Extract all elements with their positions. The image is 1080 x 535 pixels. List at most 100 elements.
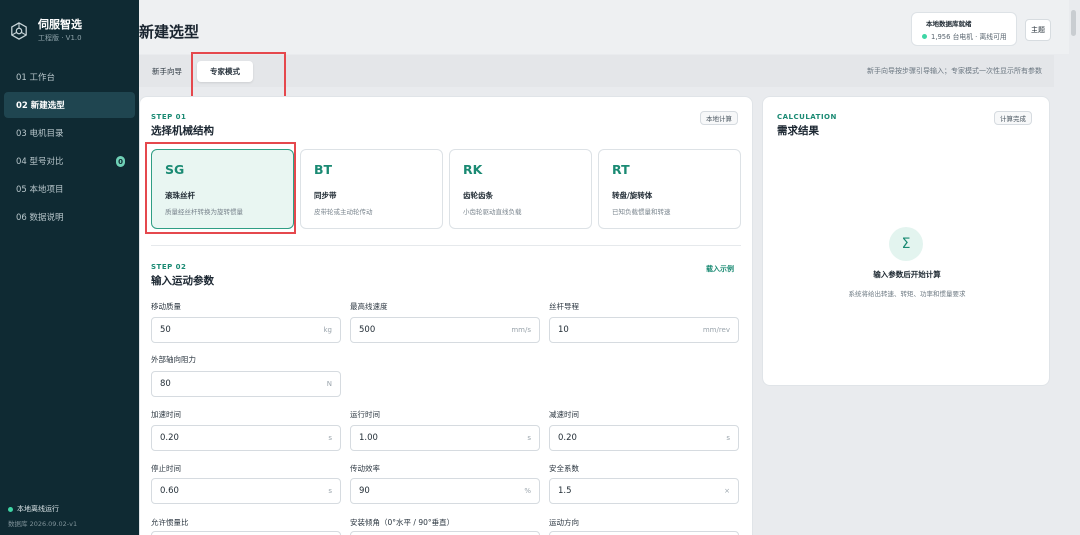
db-status-title: 本地数据库就绪	[926, 20, 972, 28]
field-label-run-time: 运行时间	[350, 410, 380, 419]
input-panel: STEP 01 选择机械结构 本地计算 SG 滚珠丝杆 质量经丝杆转换为旋转惯量…	[139, 96, 753, 535]
app-version: 工程版 · V1.0	[38, 34, 82, 42]
compare-count-badge: 0	[116, 156, 125, 167]
db-status-sub-text: 1,956 台电机 · 离线可用	[931, 33, 1007, 41]
mechanism-desc: 小齿轮驱动直线负载	[463, 208, 522, 216]
page-title: 新建选型	[139, 23, 200, 41]
sidebar-item-label: 04 型号对比	[16, 157, 64, 167]
axial-resistance-input[interactable]: 80 N	[151, 371, 341, 397]
offline-status: 本地离线运行	[8, 504, 77, 514]
tab-expert-mode[interactable]: 专家模式	[197, 61, 253, 82]
brand: 伺服智选 工程版 · V1.0	[10, 18, 82, 43]
step2-title: 输入运动参数	[151, 275, 214, 287]
step1-title: 选择机械结构	[151, 125, 214, 137]
mechanism-card-bt[interactable]: BT 同步带 皮带轮或主动轮传动	[300, 149, 443, 229]
mode-bar: 新手向导 专家模式 新手向导按步骤引导输入；专家模式一次性显示所有参数	[139, 55, 1054, 87]
motion-direction-select[interactable]	[549, 531, 739, 535]
decel-time-input[interactable]: 0.20 s	[549, 425, 739, 451]
db-status-sub: 1,956 台电机 · 离线可用	[922, 31, 1010, 41]
scrollbar[interactable]	[1071, 10, 1076, 36]
db-version: 数据库 2026.09.02-v1	[8, 520, 78, 528]
mechanism-card-rt[interactable]: RT 转盘/旋转体 已知负载惯量和转速	[598, 149, 741, 229]
tab-beginner-wizard[interactable]: 新手向导	[149, 61, 185, 82]
mechanism-desc: 皮带轮或主动轮传动	[314, 208, 373, 216]
field-label-inertia-ratio: 允许惯量比	[151, 518, 189, 527]
field-label-decel-time: 减速时间	[549, 410, 579, 419]
field-value: 80	[160, 379, 171, 389]
mode-hint: 新手向导按步骤引导输入；专家模式一次性显示所有参数	[867, 67, 1042, 75]
field-value: 0.20	[558, 433, 577, 443]
app-name: 伺服智选	[38, 18, 82, 31]
load-example-button[interactable]: 载入示例	[706, 264, 734, 274]
step1-header: STEP 01 选择机械结构	[151, 113, 214, 138]
field-value: 1.5	[558, 486, 572, 496]
field-unit: mm/s	[511, 326, 531, 334]
app-logo-icon	[11, 21, 27, 40]
field-unit: s	[328, 487, 332, 495]
sidebar-item-label: 02 新建选型	[16, 101, 65, 111]
field-unit: s	[726, 434, 730, 442]
moving-mass-input[interactable]: 50 kg	[151, 317, 341, 343]
sidebar-item-motor-catalog[interactable]: 03 电机目录	[4, 120, 135, 146]
accel-time-input[interactable]: 0.20 s	[151, 425, 341, 451]
calc-header: CALCULATION 需求结果	[777, 113, 837, 138]
inertia-ratio-input[interactable]	[151, 531, 341, 535]
mechanism-desc: 已知负载惯量和转速	[612, 208, 671, 216]
mechanism-name: 齿轮齿条	[463, 191, 493, 200]
step2-header: STEP 02 输入运动参数	[151, 263, 214, 288]
mechanism-desc: 质量经丝杆转换为旋转惯量	[165, 208, 243, 216]
run-time-input[interactable]: 1.00 s	[350, 425, 540, 451]
sidebar-item-new-selection[interactable]: 02 新建选型	[4, 92, 135, 118]
mechanism-card-sg[interactable]: SG 滚珠丝杆 质量经丝杆转换为旋转惯量	[151, 149, 294, 229]
mechanism-name: 同步带	[314, 191, 337, 200]
sidebar-item-data-notes[interactable]: 06 数据说明	[4, 204, 135, 230]
sidebar-item-model-compare[interactable]: 04 型号对比 0	[4, 148, 135, 174]
sigma-icon: Σ	[889, 227, 923, 261]
mount-angle-input[interactable]	[350, 531, 540, 535]
field-unit: s	[328, 434, 332, 442]
db-ready-dot-icon	[922, 33, 927, 39]
sidebar-nav: 01 工作台 02 新建选型 03 电机目录 04 型号对比 0 05 本地项目…	[0, 62, 139, 232]
safety-factor-input[interactable]: 1.5 ×	[549, 478, 739, 504]
field-label-max-speed: 最高线速度	[350, 302, 388, 311]
field-label-moving-mass: 移动质量	[151, 302, 181, 311]
calc-tag: CALCULATION	[777, 113, 837, 121]
field-unit: %	[524, 487, 531, 495]
calc-prompt: 输入参数后开始计算	[873, 270, 941, 279]
field-value: 90	[359, 486, 370, 496]
result-panel: CALCULATION 需求结果 计算完成 Σ 输入参数后开始计算 系统将给出转…	[762, 96, 1050, 386]
field-value: 0.20	[160, 433, 179, 443]
field-unit: kg	[323, 326, 333, 334]
calc-title: 需求结果	[777, 125, 819, 137]
sidebar-item-local-projects[interactable]: 05 本地项目	[4, 176, 135, 202]
db-status-card: 本地数据库就绪 1,956 台电机 · 离线可用	[911, 12, 1017, 46]
field-label-screw-lead: 丝杆导程	[549, 302, 579, 311]
mechanism-code: SG	[165, 162, 185, 177]
offline-status-text: 本地离线运行	[17, 505, 59, 513]
mechanism-name: 转盘/旋转体	[612, 191, 653, 200]
field-label-mount-angle: 安装倾角（0°水平 / 90°垂直）	[350, 518, 455, 527]
field-unit: N	[326, 380, 332, 388]
theme-button[interactable]: 主题	[1025, 19, 1051, 41]
sidebar-item-label: 05 本地项目	[16, 185, 64, 195]
field-label-accel-time: 加速时间	[151, 410, 181, 419]
calc-subtext: 系统将给出转速、转矩、功率和惯量要求	[848, 290, 966, 298]
step1-tag: STEP 01	[151, 113, 187, 121]
calc-done-chip: 计算完成	[994, 111, 1032, 125]
mechanism-card-rk[interactable]: RK 齿轮齿条 小齿轮驱动直线负载	[449, 149, 592, 229]
mechanism-code: BT	[314, 162, 333, 177]
local-calc-chip: 本地计算	[700, 111, 738, 125]
sidebar-footer: 本地离线运行 数据库 2026.09.02-v1	[8, 504, 77, 528]
field-value: 500	[359, 325, 376, 335]
mechanism-name: 滚珠丝杆	[165, 191, 195, 200]
field-unit: ×	[724, 487, 730, 495]
stop-time-input[interactable]: 0.60 s	[151, 478, 341, 504]
field-value: 50	[160, 325, 171, 335]
screw-lead-input[interactable]: 10 mm/rev	[549, 317, 739, 343]
mechanism-code: RT	[612, 162, 630, 177]
max-speed-input[interactable]: 500 mm/s	[350, 317, 540, 343]
efficiency-input[interactable]: 90 %	[350, 478, 540, 504]
field-label-efficiency: 传动效率	[350, 464, 380, 473]
sidebar-item-workbench[interactable]: 01 工作台	[4, 64, 135, 90]
field-label-axial-resistance: 外部轴向阻力	[151, 355, 196, 364]
